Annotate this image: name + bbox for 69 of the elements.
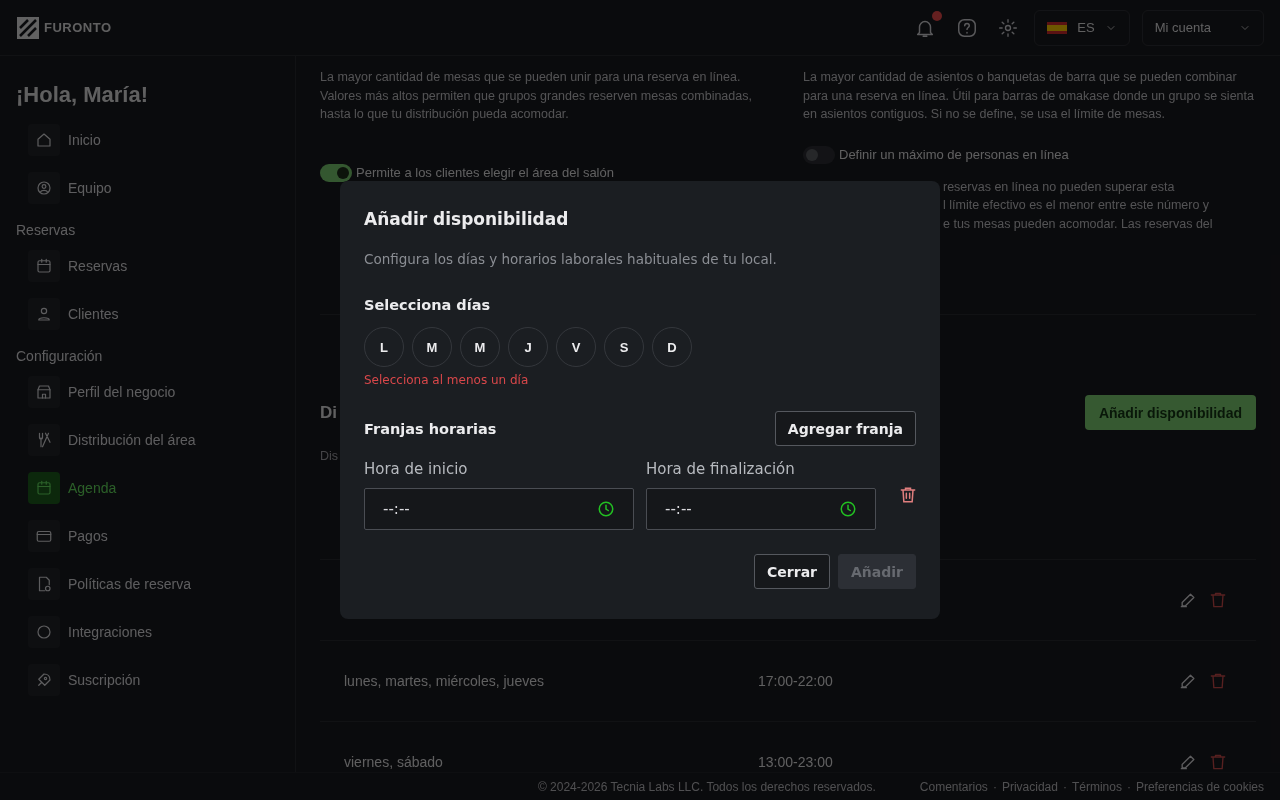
home-icon: [35, 131, 53, 149]
logo-icon: [16, 15, 40, 40]
setting-note: l límite efectivo es el menor entre este número y: [943, 197, 1211, 214]
close-button[interactable]: Cerrar: [754, 554, 830, 589]
link-separator: ·: [992, 779, 997, 794]
sidebar-item[interactable]: Clientes: [28, 294, 279, 334]
account-menu[interactable]: Mi cuenta: [1141, 9, 1264, 46]
sidebar-item[interactable]: Suscripción: [28, 660, 279, 700]
calendar-icon: [35, 479, 53, 497]
clock-icon[interactable]: [597, 500, 615, 518]
schedule-days: lunes, martes, miércoles, jueves: [344, 673, 758, 689]
footer-link[interactable]: Preferencias de cookies: [1135, 779, 1264, 794]
setting-description: La mayor cantidad de asientos o banquetas de barra que se pueden combinar para una reserva en línea. Útil para barras de omakase donde un grupo se sienta en asientos contiguos. Si no se define, se usa el límite de mesas.: [803, 69, 1255, 123]
sidebar-item[interactable]: Integraciones: [28, 612, 279, 652]
edit-icon[interactable]: [1178, 590, 1198, 610]
footer-link[interactable]: Comentarios: [919, 779, 988, 794]
field-label: Selecciona días: [364, 297, 492, 313]
user-icon: [35, 305, 53, 323]
edit-icon[interactable]: [1178, 671, 1198, 691]
footer-link[interactable]: Términos: [1071, 779, 1122, 794]
setting-note: reservas en línea no pueden superar esta: [943, 178, 1176, 196]
sidebar-item[interactable]: Distribución del área: [28, 420, 279, 460]
section-title: Reservas: [16, 222, 77, 238]
calendar-icon: [35, 257, 53, 275]
toggle-switch[interactable]: [320, 163, 352, 182]
flag-icon: [1047, 21, 1068, 34]
edit-icon[interactable]: [1178, 752, 1198, 772]
add-slot-button[interactable]: Agregar franja: [774, 411, 916, 446]
schedule-days: viernes, sábado: [344, 754, 758, 770]
schedule-hours: 17:00-22:00: [758, 673, 834, 689]
setting-note: e tus mesas pueden acomodar. Las reservas del: [943, 215, 1214, 233]
sidebar-item[interactable]: Reservas: [28, 246, 279, 286]
time-field[interactable]: --:--: [364, 488, 634, 530]
error-message: Selecciona al menos un día: [364, 373, 530, 387]
add-availability-button[interactable]: Añadir disponibilidad: [1084, 395, 1256, 430]
circle-icon: [35, 623, 53, 641]
setting-description: La mayor cantidad de mesas que se pueden unir para una reserva en línea. Valores más altos permiten que grupos grandes reserven mesas combinadas, hasta lo que tu distribución pueda acomodar.: [320, 69, 753, 123]
toggle-switch[interactable]: [803, 145, 835, 164]
toggle-label: Definir un máximo de personas en línea: [839, 147, 1069, 162]
clock-icon[interactable]: [839, 500, 857, 518]
link-separator: ·: [1062, 779, 1067, 794]
team-icon: [35, 179, 53, 197]
sidebar-item[interactable]: Agenda: [28, 468, 279, 508]
toggle-label: Permite a los clientes elegir el área del salón: [356, 165, 614, 180]
sidebar-item[interactable]: Inicio: [28, 120, 279, 160]
field-label: Hora de inicio: [364, 460, 469, 478]
schedule-hours: 13:00-23:00: [758, 754, 834, 770]
sidebar-item[interactable]: Equipo: [28, 168, 279, 208]
sidebar-item[interactable]: Perfil del negocio: [28, 372, 279, 412]
sidebar-item[interactable]: Políticas de reserva: [28, 564, 279, 604]
sidebar-item[interactable]: Pagos: [28, 516, 279, 556]
logo-text: FURONTO: [44, 20, 112, 35]
copyright-text: © 2024-2026 Tecnia Labs LLC. Todos los derechos reservados.: [537, 779, 876, 794]
help-icon: [956, 16, 979, 39]
modal-title: Añadir disponibilidad: [364, 209, 570, 229]
section-heading: Franjas horarias: [364, 420, 497, 437]
time-field[interactable]: --:--: [646, 488, 876, 530]
language-select[interactable]: ES: [1034, 9, 1130, 46]
footer-link[interactable]: Privacidad: [1001, 779, 1058, 794]
modal-description: Configura los días y horarios laborales habituales de tu local.: [364, 251, 778, 267]
field-label: Hora de finalización: [646, 460, 796, 478]
link-separator: ·: [1126, 779, 1131, 794]
section-title: Di: [320, 403, 338, 423]
delete-icon[interactable]: [898, 485, 918, 505]
greeting: ¡Hola, María!: [16, 82, 150, 108]
section-title: Configuración: [16, 348, 104, 364]
store-icon: [35, 383, 53, 401]
section-subtitle: Dis: [320, 449, 339, 463]
settings-icon: [998, 17, 1019, 38]
